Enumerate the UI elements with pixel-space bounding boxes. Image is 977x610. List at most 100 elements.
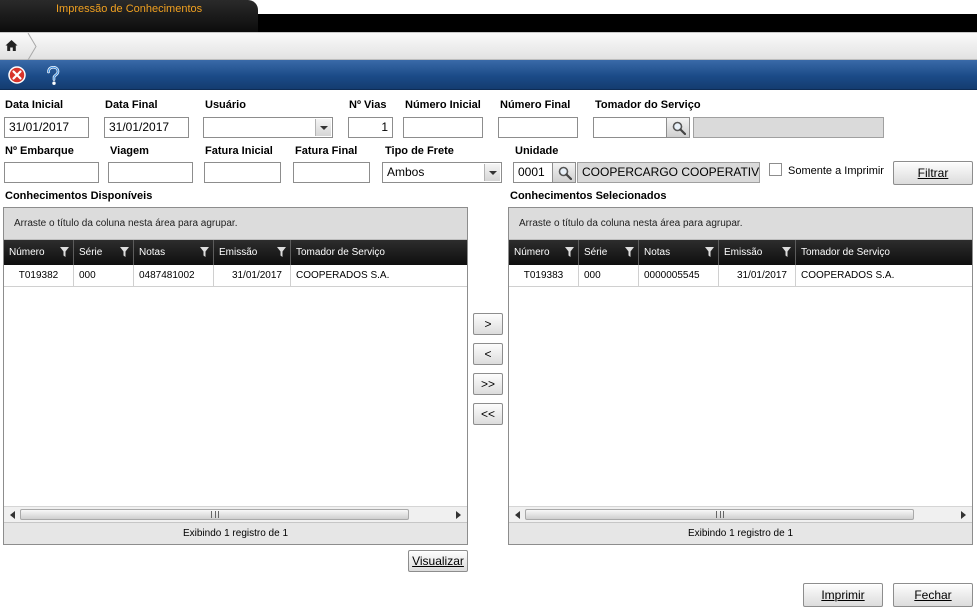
help-question-icon (47, 65, 60, 85)
filtrar-button[interactable]: Filtrar (893, 161, 973, 185)
fatura-final-input[interactable] (293, 162, 370, 183)
column-header-tomador[interactable]: Tomador de Serviço (291, 240, 467, 265)
numero-final-label: Número Final (500, 99, 571, 111)
grid-footer-status: Exibindo 1 registro de 1 (509, 522, 972, 544)
data-inicial-label: Data Inicial (5, 99, 64, 111)
cell-notas: 0000005545 (639, 265, 719, 287)
viagem-input[interactable] (108, 162, 193, 183)
table-row[interactable]: T019383 000 0000005545 31/01/2017 COOPER… (509, 265, 972, 287)
grip-icon (210, 511, 219, 518)
group-by-area[interactable]: Arraste o título da coluna nesta área pa… (4, 208, 467, 240)
data-final-input[interactable]: 31/01/2017 (104, 117, 189, 138)
magnifier-icon (672, 121, 686, 135)
fatura-final-label: Fatura Final (295, 145, 358, 157)
n-embarque-input[interactable] (4, 162, 99, 183)
scrollbar-thumb[interactable] (20, 509, 409, 520)
tipo-frete-value: Ambos (387, 165, 425, 179)
usuario-select[interactable] (203, 117, 333, 138)
filter-funnel-icon[interactable] (705, 247, 714, 257)
window-title: Impressão de Conhecimentos (56, 3, 203, 15)
column-header-notas[interactable]: Notas (134, 240, 214, 265)
filter-funnel-icon[interactable] (120, 247, 129, 257)
viagem-label: Viagem (110, 145, 149, 157)
filtrar-label: Filtrar (917, 166, 949, 180)
selecionados-grid: Arraste o título da coluna nesta área pa… (508, 207, 973, 545)
close-button[interactable] (8, 66, 26, 84)
add-all-button[interactable]: >> (473, 373, 503, 395)
chevron-down-icon[interactable] (484, 164, 500, 181)
fatura-inicial-label: Fatura Inicial (205, 145, 273, 157)
column-header-serie[interactable]: Série (74, 240, 134, 265)
cell-emissao: 31/01/2017 (719, 265, 796, 287)
imprimir-button[interactable]: Imprimir (803, 583, 883, 607)
column-header-notas[interactable]: Notas (639, 240, 719, 265)
scroll-left-icon[interactable] (10, 511, 15, 519)
visualizar-label: Visualizar (412, 554, 464, 568)
cell-numero: T019383 (509, 265, 579, 287)
window-tab[interactable]: Impressão de Conhecimentos (0, 0, 258, 32)
cell-serie: 000 (579, 265, 639, 287)
selecionados-title: Conhecimentos Selecionados (510, 190, 667, 202)
cell-numero: T019382 (4, 265, 74, 287)
column-header-emissao[interactable]: Emissão (719, 240, 796, 265)
magnifier-icon (558, 166, 572, 180)
column-header-numero[interactable]: Número (509, 240, 579, 265)
fechar-button[interactable]: Fechar (893, 583, 973, 607)
cell-tomador: COOPERADOS S.A. (296, 270, 390, 281)
numero-inicial-input[interactable] (403, 117, 483, 138)
cell-tomador: COOPERADOS S.A. (801, 270, 895, 281)
window-title-bar: Impressão de Conhecimentos (0, 0, 977, 32)
numero-final-input[interactable] (498, 117, 578, 138)
tipo-frete-select[interactable]: Ambos (382, 162, 502, 183)
data-final-label: Data Final (105, 99, 158, 111)
add-selected-button[interactable]: > (473, 313, 503, 335)
chevron-down-icon[interactable] (315, 119, 331, 136)
unidade-code-input[interactable]: 0001 (513, 162, 553, 183)
scroll-left-icon[interactable] (515, 511, 520, 519)
imprimir-label: Imprimir (821, 588, 865, 602)
group-by-area[interactable]: Arraste o título da coluna nesta área pa… (509, 208, 972, 240)
unidade-search-button[interactable] (552, 162, 576, 183)
cell-serie: 000 (74, 265, 134, 287)
column-header-numero[interactable]: Número (4, 240, 74, 265)
table-row[interactable]: T019382 000 0487481002 31/01/2017 COOPER… (4, 265, 467, 287)
horizontal-scrollbar[interactable] (4, 506, 467, 522)
scroll-right-icon[interactable] (961, 511, 966, 519)
filter-funnel-icon[interactable] (565, 247, 574, 257)
cell-notas: 0487481002 (134, 265, 214, 287)
scroll-right-icon[interactable] (456, 511, 461, 519)
tomador-name-field (693, 117, 884, 138)
column-header-tomador[interactable]: Tomador de Serviço (796, 240, 972, 265)
remove-all-button[interactable]: << (473, 403, 503, 425)
n-vias-input[interactable]: 1 (348, 117, 393, 138)
column-header-emissao[interactable]: Emissão (214, 240, 291, 265)
visualizar-button[interactable]: Visualizar (408, 550, 468, 572)
grip-icon (715, 511, 724, 518)
fechar-label: Fechar (914, 588, 952, 602)
breadcrumb-separator-icon (27, 33, 37, 60)
grid-header: Número Série Notas Emissão Tomador de Se… (4, 240, 467, 265)
unidade-name-field: COOPERCARGO COOPERATIV... (577, 162, 760, 183)
filter-funnel-icon[interactable] (277, 247, 286, 257)
cell-emissao: 31/01/2017 (214, 265, 291, 287)
column-header-serie[interactable]: Série (579, 240, 639, 265)
unidade-label: Unidade (515, 145, 559, 157)
remove-selected-button[interactable]: < (473, 343, 503, 365)
help-button[interactable] (44, 65, 62, 85)
somente-imprimir-checkbox[interactable] (769, 163, 782, 176)
data-inicial-input[interactable]: 31/01/2017 (4, 117, 89, 138)
filter-funnel-icon[interactable] (625, 247, 634, 257)
numero-inicial-label: Número Inicial (405, 99, 481, 111)
scrollbar-thumb[interactable] (525, 509, 914, 520)
filter-funnel-icon[interactable] (782, 247, 791, 257)
toolbar (0, 60, 977, 90)
filter-funnel-icon[interactable] (200, 247, 209, 257)
grid-footer-status: Exibindo 1 registro de 1 (4, 522, 467, 544)
tipo-frete-label: Tipo de Frete (385, 145, 454, 157)
filter-funnel-icon[interactable] (60, 247, 69, 257)
tomador-search-button[interactable] (666, 117, 690, 138)
tomador-code-input[interactable] (593, 117, 667, 138)
fatura-inicial-input[interactable] (204, 162, 281, 183)
horizontal-scrollbar[interactable] (509, 506, 972, 522)
grid-header: Número Série Notas Emissão Tomador de Se… (509, 240, 972, 265)
